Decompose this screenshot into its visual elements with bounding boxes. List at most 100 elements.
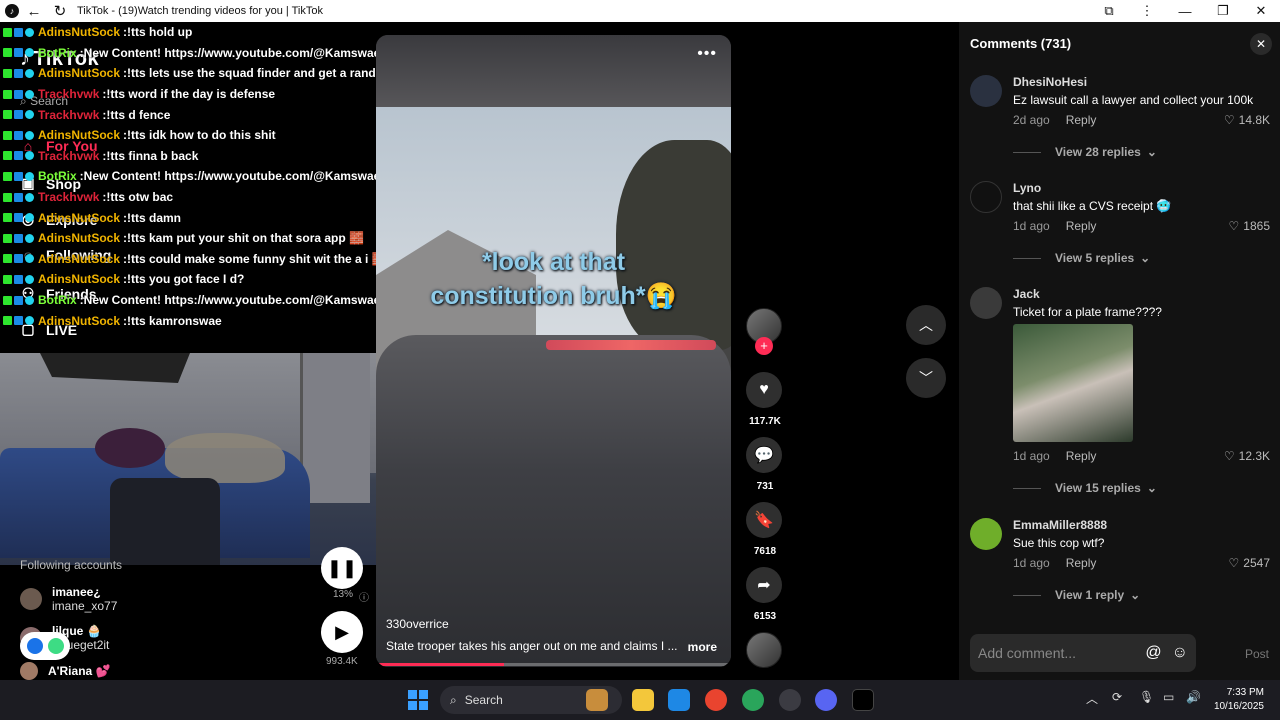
avatar[interactable] <box>970 518 1002 550</box>
pause-button[interactable]: ❚❚ <box>321 547 363 589</box>
chat-badges <box>3 48 34 58</box>
emoji-icon[interactable]: ☺ <box>1172 644 1188 662</box>
chat-badges <box>3 27 34 37</box>
mini-count: 993.4K <box>326 656 358 667</box>
play-button[interactable]: ▶ <box>321 611 363 653</box>
view-replies[interactable]: View 15 replies ⌄ <box>1013 481 1157 495</box>
chat-text: !tts lets use the squad finder and get a… <box>127 66 376 81</box>
comment-user[interactable]: Jack <box>1013 287 1040 301</box>
chat-text: !tts damn <box>127 210 182 225</box>
reply-button[interactable]: Reply <box>1066 556 1097 570</box>
chat-text: !tts could make some funny shit wit the … <box>127 251 376 266</box>
windows-taskbar: ⌕ Search ︿ ⟳ 🎙 ▭ 🔊 7:33 PM 10/16/2025 <box>0 680 1280 720</box>
extensions-icon[interactable]: ⧉ <box>1090 3 1128 19</box>
window-title: TikTok - (19)Watch trending videos for y… <box>77 5 323 17</box>
chat-badges <box>3 151 34 161</box>
microphone-icon[interactable]: 🎙 <box>1139 690 1154 704</box>
avatar[interactable] <box>970 287 1002 319</box>
comment-icon[interactable]: 💬 <box>746 437 782 473</box>
clock[interactable]: 7:33 PM 10/16/2025 <box>1206 686 1264 714</box>
network-icon[interactable]: ▭ <box>1163 690 1174 704</box>
reply-button[interactable]: Reply <box>1066 219 1097 233</box>
like-icon[interactable]: ♥ <box>746 372 782 408</box>
store-icon[interactable] <box>668 689 690 711</box>
back-icon[interactable]: ← <box>23 0 45 22</box>
video-menu-icon[interactable]: ••• <box>697 45 717 63</box>
comment-like[interactable]: ♡ 14.8K <box>1224 113 1270 127</box>
avatar[interactable] <box>970 181 1002 213</box>
chat-text: New Content! https://www.youtube.com/@Ka… <box>83 169 376 184</box>
app-icon[interactable] <box>47 638 64 654</box>
reply-button[interactable]: Reply <box>1066 113 1097 127</box>
chat-username: AdinsNutSock <box>38 25 121 40</box>
follow-plus-icon[interactable]: + <box>755 337 773 355</box>
reply-button[interactable]: Reply <box>1066 449 1097 463</box>
more-options-icon[interactable]: ⋮ <box>1128 3 1166 19</box>
chat-text: !tts finna b back <box>106 148 199 163</box>
info-icon[interactable]: ⓘ <box>359 589 369 604</box>
tiktok-taskbar-icon[interactable] <box>852 689 874 711</box>
chevron-down-icon: ⌄ <box>1130 588 1141 602</box>
volume-icon[interactable]: 🔊 <box>1186 690 1201 704</box>
view-replies[interactable]: View 28 replies ⌄ <box>1013 145 1157 159</box>
comment-text: Ticket for a plate frame???? <box>1013 305 1162 319</box>
file-explorer-icon[interactable] <box>632 689 654 711</box>
comment-user[interactable]: Lyno <box>1013 181 1041 195</box>
add-comment-input[interactable]: Add comment... @ ☺ <box>970 634 1196 672</box>
start-icon[interactable] <box>408 690 428 710</box>
close-window-button[interactable]: ✕ <box>1242 3 1280 19</box>
chat-text: !tts otw bac <box>106 190 174 205</box>
app-icon[interactable] <box>26 638 43 654</box>
video-author[interactable]: 330overrice <box>386 617 449 631</box>
comment-like[interactable]: ♡ 2547 <box>1229 556 1270 570</box>
mention-icon[interactable]: @ <box>1145 644 1161 662</box>
close-comments-button[interactable]: ✕ <box>1250 33 1272 55</box>
chat-message: AdinsNutSock: !tts could make some funny… <box>0 249 376 270</box>
chat-message: AdinsNutSock: !tts you got face I d? <box>0 269 376 290</box>
minimize-button[interactable]: — <box>1166 4 1204 19</box>
maximize-button[interactable]: ❐ <box>1204 3 1242 19</box>
webcam-feed <box>0 353 376 565</box>
view-replies[interactable]: View 1 reply ⌄ <box>1013 588 1140 602</box>
obs-icon[interactable] <box>779 689 801 711</box>
comment-image[interactable] <box>1013 324 1133 442</box>
weather-widget-icon[interactable] <box>586 689 608 711</box>
comment-like[interactable]: ♡ 1865 <box>1229 219 1270 233</box>
comment-user[interactable]: EmmaMiller8888 <box>1013 518 1107 532</box>
post-button[interactable]: Post <box>1245 647 1269 661</box>
chat-message: AdinsNutSock: !tts lets use the squad fi… <box>0 63 376 84</box>
comment-count: 731 <box>756 481 774 492</box>
chat-badges <box>3 233 34 243</box>
account-handle: imane_xo77 <box>52 599 118 613</box>
chat-text: !tts kam put your shit on that sora app … <box>127 231 364 246</box>
chrome-profile-icon[interactable] <box>742 689 764 711</box>
reload-icon[interactable]: ↻ <box>49 0 71 22</box>
heart-icon: ♡ <box>1228 556 1240 570</box>
previous-video-button[interactable]: ︿ <box>906 305 946 345</box>
comment-user[interactable]: DhesiNoHesi <box>1013 75 1087 89</box>
floating-toolbar[interactable] <box>20 632 70 660</box>
chat-text: !tts idk how to do this shit <box>127 128 276 143</box>
video-player[interactable]: *look at that constitution bruh*😭 ••• 33… <box>376 35 731 667</box>
chat-badges <box>3 110 34 120</box>
tiktok-app-icon: ♪ <box>5 4 19 18</box>
sync-icon[interactable]: ⟳ <box>1112 690 1122 704</box>
chrome-icon[interactable] <box>705 689 727 711</box>
following-account[interactable]: A'Riana 💕 <box>20 662 110 680</box>
view-replies[interactable]: View 5 replies ⌄ <box>1013 251 1150 265</box>
music-disc-avatar[interactable] <box>746 632 782 668</box>
more-link[interactable]: more <box>688 640 717 654</box>
share-icon[interactable]: ➦ <box>746 567 782 603</box>
chat-username: BotRix <box>38 169 77 184</box>
next-video-button[interactable]: ﹀ <box>906 358 946 398</box>
chat-message: AdinsNutSock: !tts idk how to do this sh… <box>0 125 376 146</box>
discord-icon[interactable] <box>815 689 837 711</box>
following-account[interactable]: imanee¿ imane_xo77 <box>20 585 117 613</box>
tray-overflow-icon[interactable]: ︿ <box>1086 690 1098 707</box>
chevron-down-icon: ⌄ <box>1140 251 1151 265</box>
bookmark-icon[interactable]: 🔖 <box>746 502 782 538</box>
comment-like[interactable]: ♡ 12.3K <box>1224 449 1270 463</box>
chat-badges <box>3 274 34 284</box>
comment-text: that shii like a CVS receipt 🥶 <box>1013 199 1172 213</box>
avatar[interactable] <box>970 75 1002 107</box>
